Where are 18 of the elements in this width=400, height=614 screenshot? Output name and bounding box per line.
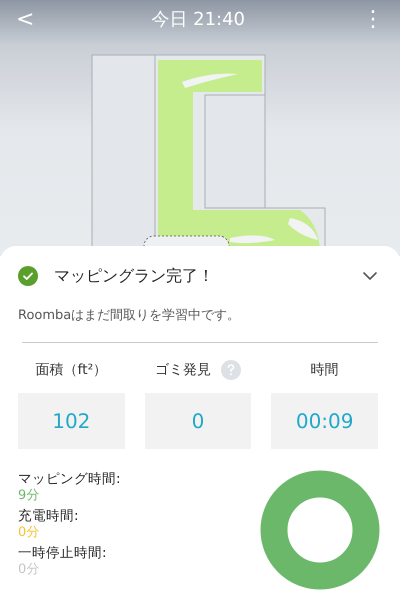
duration-label: 充電時間: — [18, 508, 79, 525]
metric-value: 102 — [18, 393, 125, 449]
status-message: Roombaはまだ間取りを学習中です。 — [18, 307, 242, 324]
duration-value: 0分 — [18, 525, 40, 541]
metric-value: 00:09 — [271, 393, 378, 449]
metric-label: 面積（ft²） — [35, 361, 108, 379]
screen-title: 今日 21:40 — [151, 8, 246, 31]
back-button[interactable]: < — [10, 6, 40, 32]
menu-button[interactable]: ⋮ — [356, 6, 390, 32]
status-title: マッピングラン完了！ — [54, 266, 215, 286]
metric-value: 0 — [144, 393, 252, 449]
duration-label: マッピング時間: — [18, 471, 121, 488]
duration-label: 一時停止時間: — [18, 545, 107, 562]
chevron-icon[interactable] — [362, 271, 378, 281]
duration-value: 9分 — [18, 488, 40, 504]
metric-label: ゴミ発見 — [155, 361, 211, 379]
metric-label: 時間 — [310, 361, 339, 379]
duration-value: 0分 — [18, 562, 40, 578]
